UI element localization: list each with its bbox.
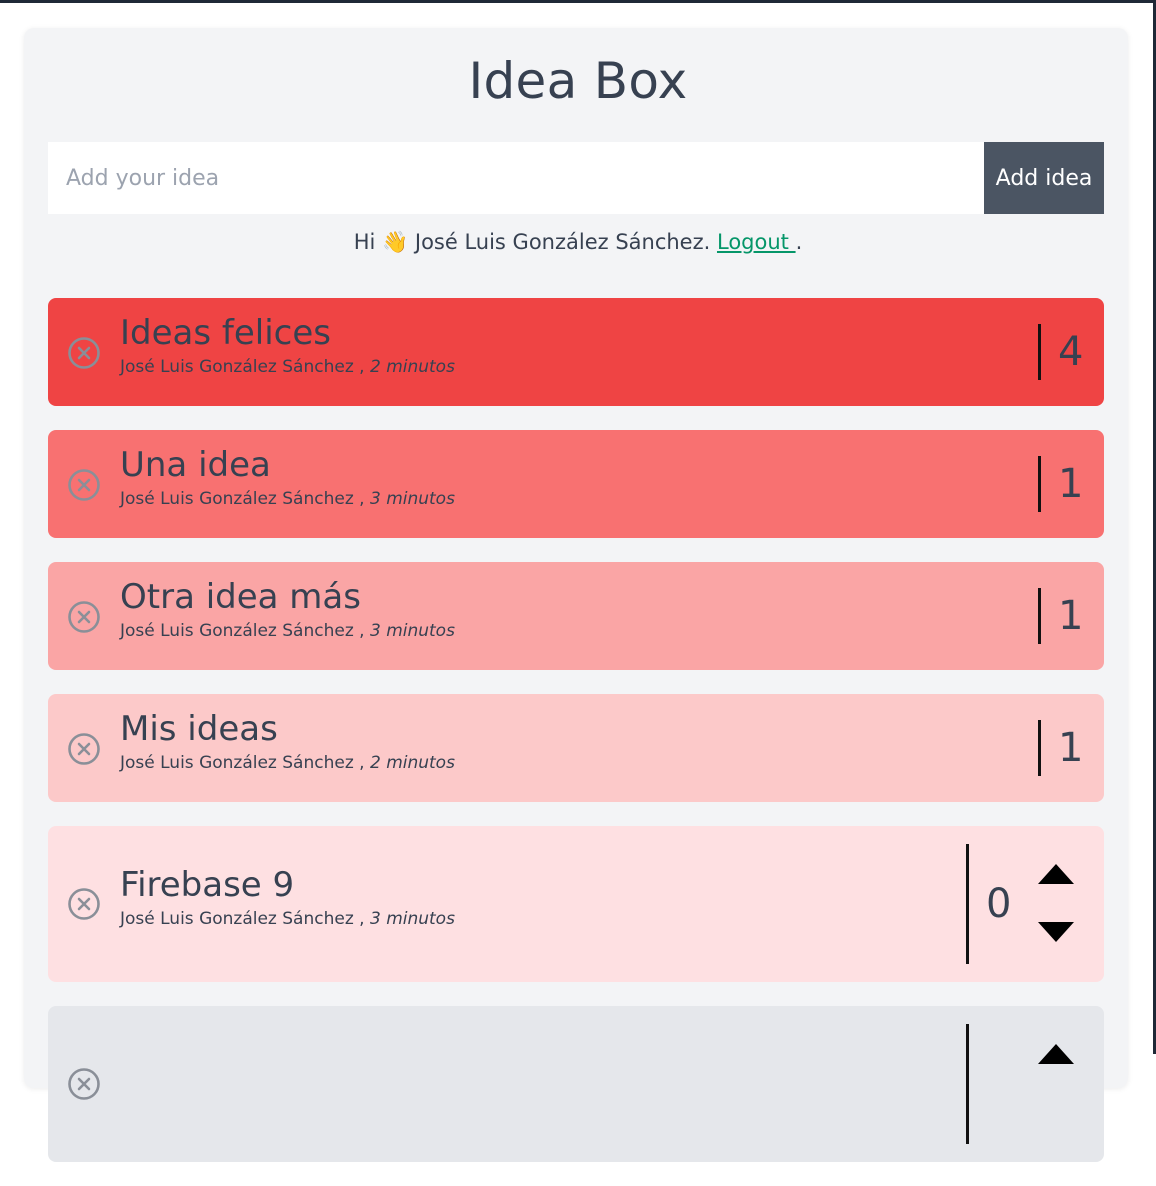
idea-author: José Luis González Sánchez [120,909,354,929]
vote-divider [1038,324,1041,380]
idea-time: 3 minutos [369,489,455,509]
vote-divider [1038,588,1041,644]
idea-separator: , [359,357,365,377]
greeting-text: Hi 👋 José Luis González Sánchez. [353,230,717,254]
idea-author: José Luis González Sánchez [120,621,354,641]
idea-text: Una idea José Luis González Sánchez , 3 … [120,444,455,511]
idea-text: Mis ideas José Luis González Sánchez , 2… [120,708,455,775]
idea-title: Firebase 9 [120,865,295,905]
downvote-triangle-down-icon[interactable] [1036,920,1076,944]
idea-author: José Luis González Sánchez [120,753,354,773]
idea-meta: José Luis González Sánchez , 3 minutos [120,487,455,511]
vote-count: 4 [1058,329,1084,375]
x-circle-icon[interactable] [66,335,102,371]
idea-separator: , [359,621,365,641]
x-circle-icon[interactable] [66,886,102,922]
x-circle-icon[interactable] [66,1066,102,1102]
idea-meta: José Luis González Sánchez , 2 minutos [120,355,455,379]
idea-separator: , [359,753,365,773]
logout-link[interactable]: Logout [717,230,796,254]
idea-card: Mis ideas José Luis González Sánchez , 2… [48,694,1104,802]
idea-card: Firebase 9 José Luis González Sánchez , … [48,826,1104,982]
idea-title: Ideas felices [120,313,331,353]
vote-count: 1 [1058,461,1084,507]
upvote-triangle-up-icon[interactable] [1036,1042,1076,1066]
vote-divider [1038,456,1041,512]
idea-title: Una idea [120,445,271,485]
vote-count: 1 [1058,593,1084,639]
x-circle-icon[interactable] [66,731,102,767]
ideas-list: Ideas felices José Luis González Sánchez… [48,298,1104,1186]
idea-card: Otra idea más José Luis González Sánchez… [48,562,1104,670]
vote-divider [966,844,969,964]
idea-time: 3 minutos [369,909,455,929]
vote-divider [966,1024,969,1144]
idea-meta: José Luis González Sánchez , 3 minutos [120,619,455,643]
window-frame-top [0,0,1156,3]
idea-card: Una idea José Luis González Sánchez , 3 … [48,430,1104,538]
idea-separator: , [359,909,365,929]
add-idea-button[interactable]: Add idea [984,142,1104,214]
idea-time: 2 minutos [369,357,455,377]
idea-author: José Luis González Sánchez [120,489,354,509]
idea-card: Ideas felices José Luis González Sánchez… [48,298,1104,406]
idea-title: Otra idea más [120,577,361,617]
idea-author: José Luis González Sánchez [120,357,354,377]
idea-input[interactable] [48,142,984,214]
vote-divider [1038,720,1041,776]
idea-separator: , [359,489,365,509]
upvote-triangle-up-icon[interactable] [1036,862,1076,886]
add-idea-form: Add idea [48,142,1104,214]
greeting-suffix: . [795,230,803,254]
idea-text: Ideas felices José Luis González Sánchez… [120,312,455,379]
idea-time: 3 minutos [369,621,455,641]
x-circle-icon[interactable] [66,467,102,503]
idea-meta: José Luis González Sánchez , 2 minutos [120,751,455,775]
vote-count: 0 [986,881,1012,927]
idea-time: 2 minutos [369,753,455,773]
x-circle-icon[interactable] [66,599,102,635]
vote-count: 1 [1058,725,1084,771]
idea-text: Firebase 9 José Luis González Sánchez , … [120,864,455,931]
greeting: Hi 👋 José Luis González Sánchez. Logout … [0,230,1156,255]
idea-text: Otra idea más José Luis González Sánchez… [120,576,455,643]
idea-title: Mis ideas [120,709,278,749]
idea-card [48,1006,1104,1162]
page-title: Idea Box [468,52,688,110]
idea-meta: José Luis González Sánchez , 3 minutos [120,907,455,931]
